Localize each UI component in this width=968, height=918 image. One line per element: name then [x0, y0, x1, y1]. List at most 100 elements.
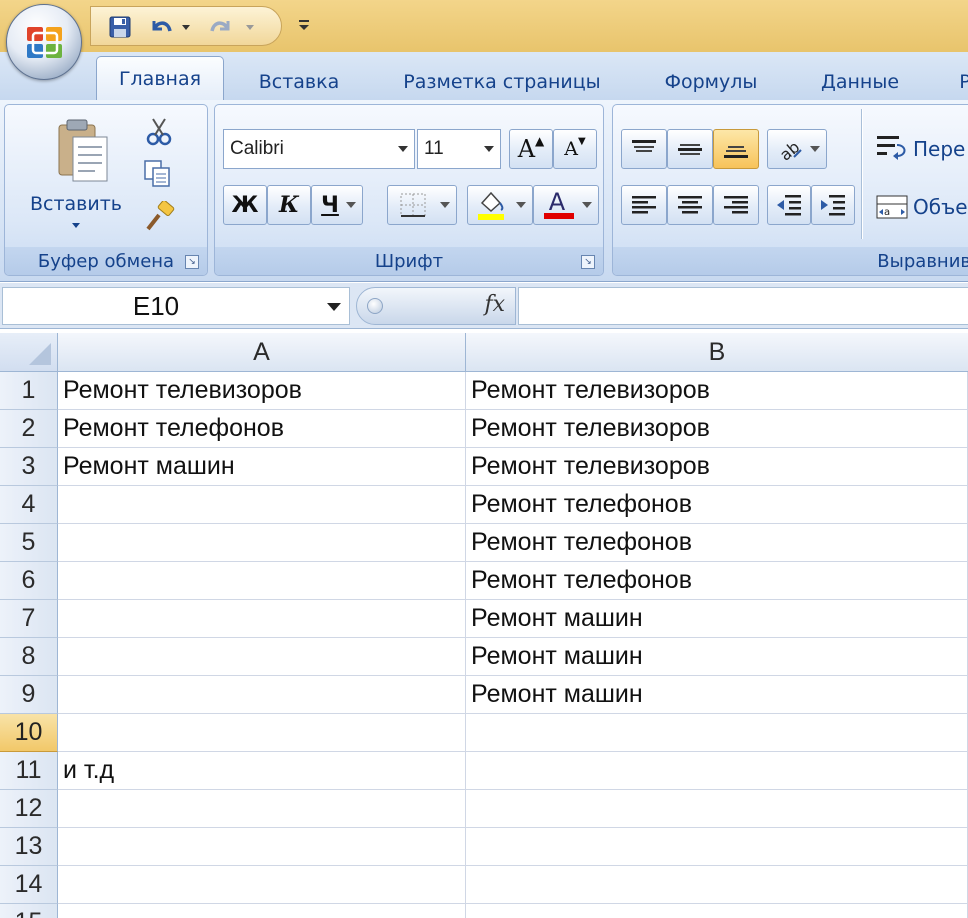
cell-a11[interactable]: и т.д: [58, 752, 466, 790]
font-name-combobox[interactable]: Calibri: [223, 129, 415, 169]
cell-b5[interactable]: Ремонт телефонов: [466, 524, 968, 562]
cell-a5[interactable]: [58, 524, 466, 562]
row-header[interactable]: 13: [0, 828, 58, 866]
cell-b8[interactable]: Ремонт машин: [466, 638, 968, 676]
align-middle-button[interactable]: [667, 129, 713, 169]
select-all-button[interactable]: [0, 333, 58, 372]
cell-a4[interactable]: [58, 486, 466, 524]
office-button[interactable]: [6, 4, 82, 80]
cell-a1[interactable]: Ремонт телевизоров: [58, 372, 466, 410]
name-box-dropdown-icon[interactable]: [327, 303, 341, 311]
cell-a3[interactable]: Ремонт машин: [58, 448, 466, 486]
row-header[interactable]: 12: [0, 790, 58, 828]
cell-a8[interactable]: [58, 638, 466, 676]
name-box[interactable]: E10: [2, 287, 350, 325]
fill-color-button[interactable]: [467, 185, 533, 225]
row-header[interactable]: 5: [0, 524, 58, 562]
align-top-button[interactable]: [621, 129, 667, 169]
decrease-indent-button[interactable]: [767, 185, 811, 225]
underline-dropdown-icon[interactable]: [346, 202, 356, 208]
cell-b2[interactable]: Ремонт телевизоров: [466, 410, 968, 448]
paste-button[interactable]: Вставить: [21, 111, 131, 239]
bold-button[interactable]: Ж: [223, 185, 267, 225]
cell-b9[interactable]: Ремонт машин: [466, 676, 968, 714]
row-header[interactable]: 6: [0, 562, 58, 600]
column-header-b[interactable]: B: [466, 333, 968, 372]
font-size-combobox[interactable]: 11: [417, 129, 501, 169]
cell-b15[interactable]: [466, 904, 968, 918]
cut-icon[interactable]: [145, 117, 175, 147]
increase-indent-button[interactable]: [811, 185, 855, 225]
redo-dropdown-icon[interactable]: [243, 13, 257, 41]
row-header[interactable]: 3: [0, 448, 58, 486]
row-header[interactable]: 2: [0, 410, 58, 448]
cell-a14[interactable]: [58, 866, 466, 904]
row-header[interactable]: 7: [0, 600, 58, 638]
tab-data[interactable]: Данные: [800, 65, 920, 99]
font-launcher-icon[interactable]: ↘: [581, 255, 595, 269]
insert-function-icon[interactable]: fx: [484, 292, 505, 317]
tab-review[interactable]: Р: [950, 65, 968, 99]
font-size-dropdown-icon[interactable]: [484, 146, 494, 152]
cell-b6[interactable]: Ремонт телефонов: [466, 562, 968, 600]
row-header[interactable]: 14: [0, 866, 58, 904]
undo-dropdown-icon[interactable]: [179, 13, 193, 41]
cell-a13[interactable]: [58, 828, 466, 866]
cell-a15[interactable]: [58, 904, 466, 918]
cell-b10[interactable]: [466, 714, 968, 752]
tab-home[interactable]: Главная: [96, 56, 224, 100]
formula-input[interactable]: [518, 287, 968, 325]
shrink-font-button[interactable]: A ▼: [553, 129, 597, 169]
cell-b4[interactable]: Ремонт телефонов: [466, 486, 968, 524]
format-painter-icon[interactable]: [143, 199, 177, 233]
cell-a10[interactable]: [58, 714, 466, 752]
row-header[interactable]: 15: [0, 904, 58, 918]
customize-qat-icon[interactable]: [294, 10, 314, 40]
splitter-handle-icon[interactable]: [367, 298, 383, 314]
grow-font-button[interactable]: A ▲: [509, 129, 553, 169]
fill-color-dropdown-icon[interactable]: [516, 202, 526, 208]
row-header[interactable]: 8: [0, 638, 58, 676]
cell-a6[interactable]: [58, 562, 466, 600]
cell-a12[interactable]: [58, 790, 466, 828]
cell-b13[interactable]: [466, 828, 968, 866]
undo-icon[interactable]: [147, 13, 175, 41]
font-color-dropdown-icon[interactable]: [582, 202, 592, 208]
row-header[interactable]: 9: [0, 676, 58, 714]
italic-button[interactable]: К: [267, 185, 311, 225]
copy-icon[interactable]: [143, 159, 175, 189]
row-header[interactable]: 11: [0, 752, 58, 790]
cell-b3[interactable]: Ремонт телевизоров: [466, 448, 968, 486]
tab-page-layout[interactable]: Разметка страницы: [380, 65, 624, 99]
font-color-button[interactable]: A: [533, 185, 599, 225]
orientation-dropdown-icon[interactable]: [810, 146, 820, 152]
cell-b1[interactable]: Ремонт телевизоров: [466, 372, 968, 410]
row-header[interactable]: 4: [0, 486, 58, 524]
wrap-text-button[interactable]: Пере: [875, 129, 968, 169]
cell-b14[interactable]: [466, 866, 968, 904]
row-header[interactable]: 10: [0, 714, 58, 752]
merge-center-button[interactable]: a Объе: [875, 187, 968, 227]
orientation-button[interactable]: ab: [767, 129, 827, 169]
align-bottom-button[interactable]: [713, 129, 759, 169]
underline-button[interactable]: Ч: [311, 185, 363, 225]
tab-formulas[interactable]: Формулы: [646, 65, 776, 99]
paste-dropdown-icon[interactable]: [72, 223, 80, 228]
cell-a7[interactable]: [58, 600, 466, 638]
save-icon[interactable]: [105, 13, 135, 41]
row-header[interactable]: 1: [0, 372, 58, 410]
redo-icon[interactable]: [207, 13, 235, 41]
align-center-button[interactable]: [667, 185, 713, 225]
align-right-button[interactable]: [713, 185, 759, 225]
cell-b7[interactable]: Ремонт машин: [466, 600, 968, 638]
clipboard-launcher-icon[interactable]: ↘: [185, 255, 199, 269]
cell-b11[interactable]: [466, 752, 968, 790]
tab-insert[interactable]: Вставка: [240, 65, 358, 99]
borders-button[interactable]: [387, 185, 457, 225]
align-left-button[interactable]: [621, 185, 667, 225]
font-name-dropdown-icon[interactable]: [398, 146, 408, 152]
cell-a2[interactable]: Ремонт телефонов: [58, 410, 466, 448]
cell-b12[interactable]: [466, 790, 968, 828]
borders-dropdown-icon[interactable]: [440, 202, 450, 208]
column-header-a[interactable]: A: [58, 333, 466, 372]
